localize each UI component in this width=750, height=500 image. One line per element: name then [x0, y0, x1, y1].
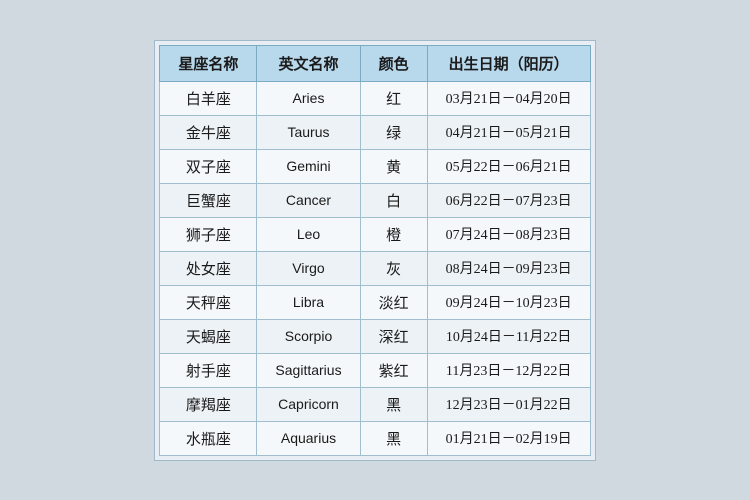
cell-color: 黄	[360, 149, 427, 183]
cell-date: 12月23日－01月22日	[427, 387, 590, 421]
table-row: 摩羯座Capricorn黑12月23日－01月22日	[160, 387, 590, 421]
cell-en: Taurus	[257, 115, 360, 149]
cell-cn: 狮子座	[160, 217, 257, 251]
table-row: 巨蟹座Cancer白06月22日－07月23日	[160, 183, 590, 217]
cell-cn: 双子座	[160, 149, 257, 183]
cell-color: 紫红	[360, 353, 427, 387]
cell-date: 09月24日－10月23日	[427, 285, 590, 319]
cell-date: 05月22日－06月21日	[427, 149, 590, 183]
cell-color: 白	[360, 183, 427, 217]
cell-date: 04月21日－05月21日	[427, 115, 590, 149]
table-row: 水瓶座Aquarius黑01月21日－02月19日	[160, 421, 590, 455]
cell-en: Sagittarius	[257, 353, 360, 387]
header-color: 颜色	[360, 45, 427, 81]
cell-en: Aries	[257, 81, 360, 115]
cell-cn: 天蝎座	[160, 319, 257, 353]
cell-color: 红	[360, 81, 427, 115]
cell-en: Cancer	[257, 183, 360, 217]
cell-date: 08月24日－09月23日	[427, 251, 590, 285]
header-en: 英文名称	[257, 45, 360, 81]
cell-en: Leo	[257, 217, 360, 251]
zodiac-table: 星座名称 英文名称 颜色 出生日期（阳历） 白羊座Aries红03月21日－04…	[159, 45, 590, 456]
cell-cn: 射手座	[160, 353, 257, 387]
cell-en: Scorpio	[257, 319, 360, 353]
header-cn: 星座名称	[160, 45, 257, 81]
table-row: 天蝎座Scorpio深红10月24日－11月22日	[160, 319, 590, 353]
cell-color: 深红	[360, 319, 427, 353]
cell-date: 06月22日－07月23日	[427, 183, 590, 217]
cell-color: 黑	[360, 387, 427, 421]
cell-cn: 巨蟹座	[160, 183, 257, 217]
cell-date: 11月23日－12月22日	[427, 353, 590, 387]
cell-date: 07月24日－08月23日	[427, 217, 590, 251]
cell-color: 绿	[360, 115, 427, 149]
table-body: 白羊座Aries红03月21日－04月20日金牛座Taurus绿04月21日－0…	[160, 81, 590, 455]
cell-date: 01月21日－02月19日	[427, 421, 590, 455]
cell-cn: 摩羯座	[160, 387, 257, 421]
cell-en: Libra	[257, 285, 360, 319]
table-row: 狮子座Leo橙07月24日－08月23日	[160, 217, 590, 251]
table-row: 射手座Sagittarius紫红11月23日－12月22日	[160, 353, 590, 387]
cell-cn: 水瓶座	[160, 421, 257, 455]
cell-color: 橙	[360, 217, 427, 251]
cell-en: Virgo	[257, 251, 360, 285]
table-row: 双子座Gemini黄05月22日－06月21日	[160, 149, 590, 183]
cell-en: Gemini	[257, 149, 360, 183]
cell-en: Aquarius	[257, 421, 360, 455]
cell-color: 灰	[360, 251, 427, 285]
table-container: 星座名称 英文名称 颜色 出生日期（阳历） 白羊座Aries红03月21日－04…	[154, 40, 595, 461]
table-row: 白羊座Aries红03月21日－04月20日	[160, 81, 590, 115]
cell-date: 10月24日－11月22日	[427, 319, 590, 353]
cell-cn: 处女座	[160, 251, 257, 285]
cell-color: 淡红	[360, 285, 427, 319]
cell-date: 03月21日－04月20日	[427, 81, 590, 115]
header-date: 出生日期（阳历）	[427, 45, 590, 81]
cell-cn: 白羊座	[160, 81, 257, 115]
table-header-row: 星座名称 英文名称 颜色 出生日期（阳历）	[160, 45, 590, 81]
table-row: 处女座Virgo灰08月24日－09月23日	[160, 251, 590, 285]
table-row: 天秤座Libra淡红09月24日－10月23日	[160, 285, 590, 319]
cell-color: 黑	[360, 421, 427, 455]
cell-en: Capricorn	[257, 387, 360, 421]
cell-cn: 天秤座	[160, 285, 257, 319]
cell-cn: 金牛座	[160, 115, 257, 149]
table-row: 金牛座Taurus绿04月21日－05月21日	[160, 115, 590, 149]
